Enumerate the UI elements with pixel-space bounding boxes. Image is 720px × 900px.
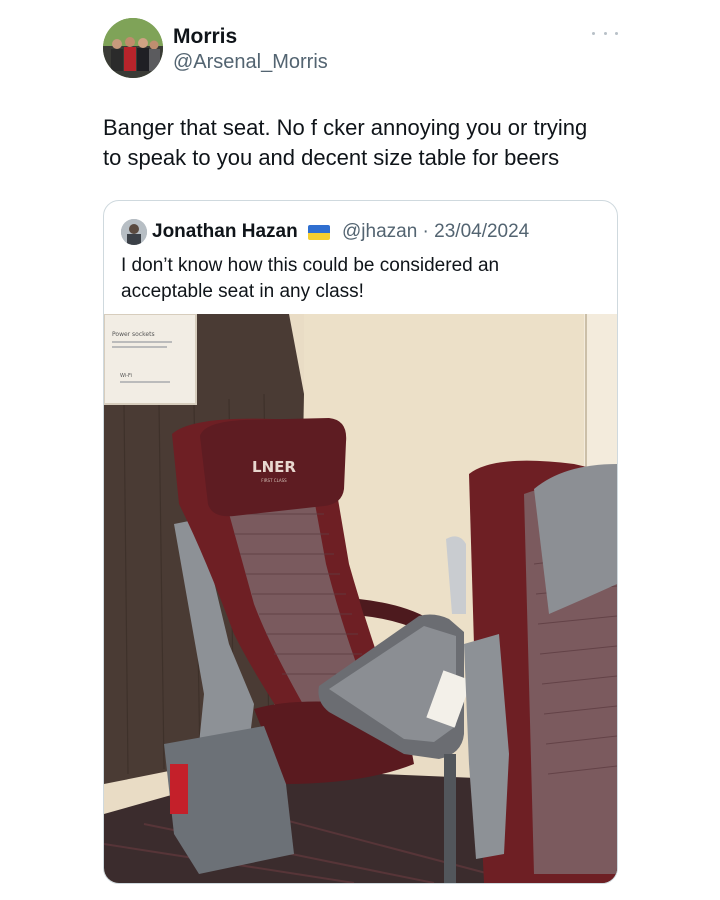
train-seat-photo[interactable]: Power sockets Wi-Fi LNER FIRST CLASS: [104, 313, 617, 883]
headrest-logo: LNER: [252, 458, 296, 476]
quoted-author-avatar[interactable]: [121, 219, 147, 245]
more-horizontal-icon[interactable]: [592, 26, 618, 40]
headrest-subtitle: FIRST CLASS: [261, 478, 287, 483]
author-handle[interactable]: @Arsenal_Morris: [173, 50, 328, 74]
tweet-text: Banger that seat. No f cker annoying you…: [103, 115, 588, 170]
quoted-handle-date[interactable]: @jhazan · 23/04/2024: [342, 220, 529, 244]
quoted-author-name[interactable]: Jonathan Hazan: [152, 220, 298, 244]
notice-wifi: Wi-Fi: [120, 373, 132, 379]
quoted-tweet-card[interactable]: Jonathan Hazan @jhazan · 23/04/2024 I do…: [103, 200, 618, 884]
ukraine-flag-icon: [308, 225, 330, 240]
notice-title: Power sockets: [112, 331, 155, 338]
quoted-tweet-text: I don’t know how this could be considere…: [121, 255, 500, 302]
author-avatar[interactable]: [103, 18, 163, 78]
author-name[interactable]: Morris: [173, 24, 237, 50]
